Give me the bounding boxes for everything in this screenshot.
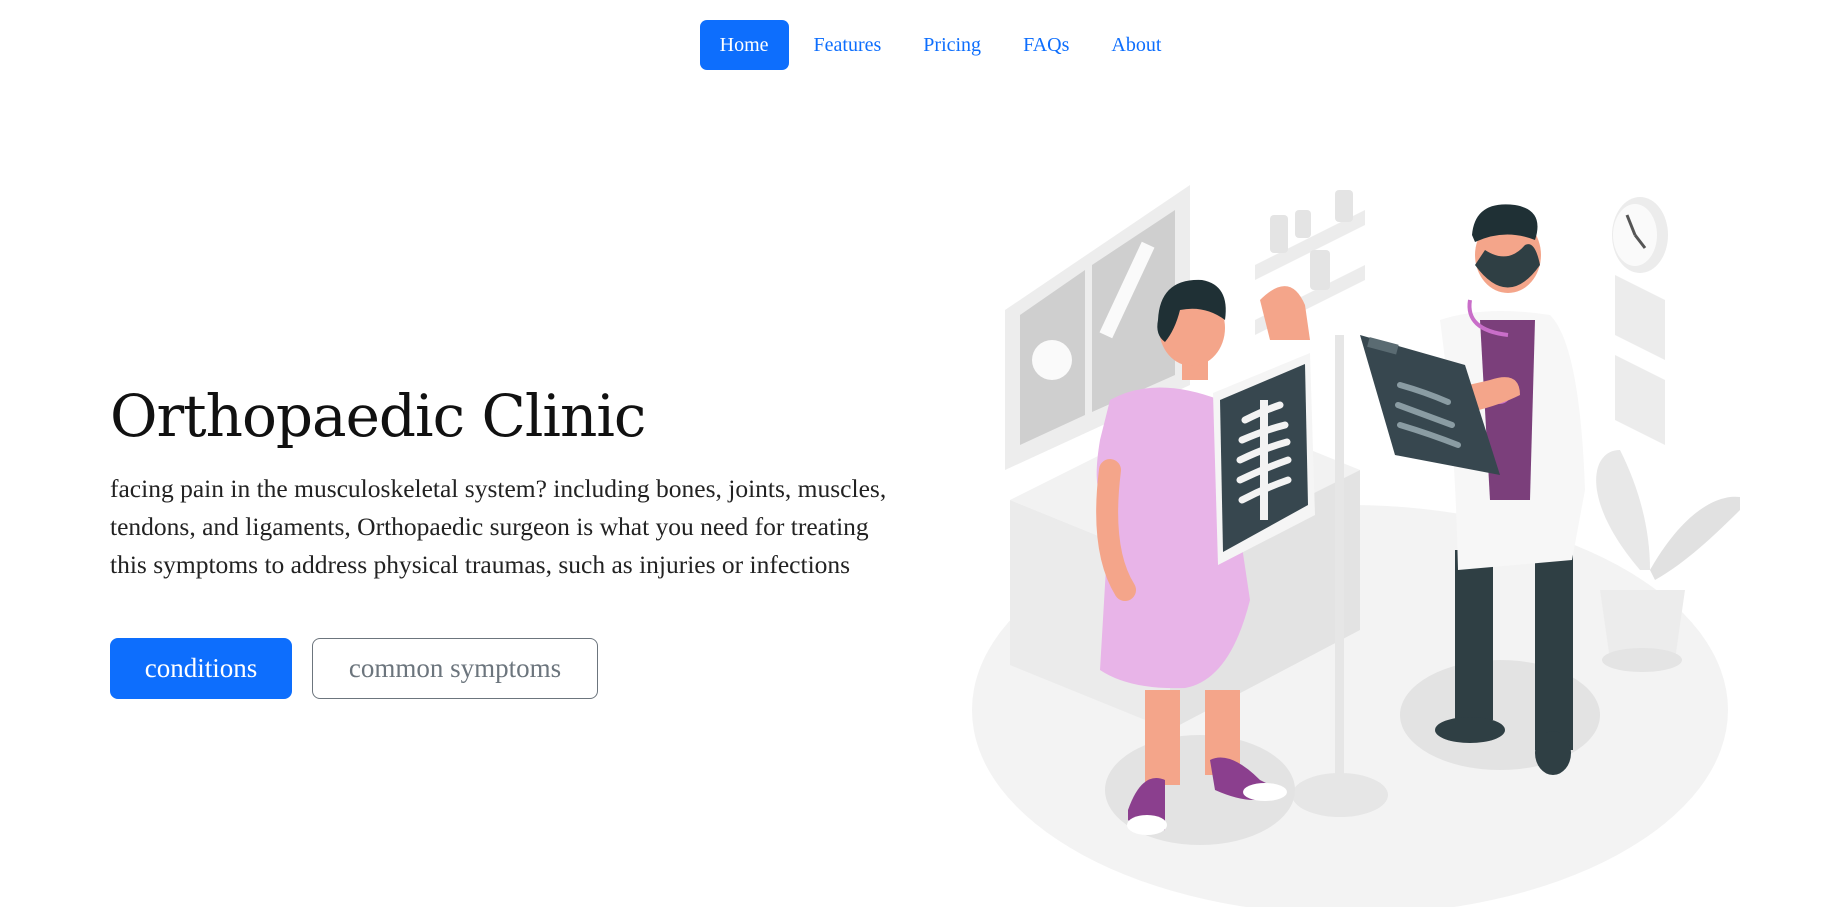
common-symptoms-button[interactable]: common symptoms: [312, 638, 598, 699]
nav-faqs-link[interactable]: FAQs: [1006, 20, 1086, 70]
nav-features-link[interactable]: Features: [797, 20, 899, 70]
hero-title: Orthopaedic Clinic: [110, 382, 646, 450]
nav-pricing-link[interactable]: Pricing: [906, 20, 998, 70]
hero-description: facing pain in the musculoskeletal syste…: [110, 474, 887, 579]
conditions-button[interactable]: conditions: [110, 638, 292, 699]
certificates: [1615, 275, 1665, 445]
wall-clock-icon: [1612, 197, 1668, 273]
nav-about-link[interactable]: About: [1094, 20, 1178, 70]
potted-plant: [1596, 450, 1740, 672]
nav-home-link[interactable]: Home: [699, 19, 789, 70]
nav-links: Home Features Pricing FAQs About: [699, 19, 1179, 70]
top-navigation: Home Features Pricing FAQs About: [0, 19, 1840, 70]
orthopaedic-clinic-illustration: [972, 185, 1740, 907]
